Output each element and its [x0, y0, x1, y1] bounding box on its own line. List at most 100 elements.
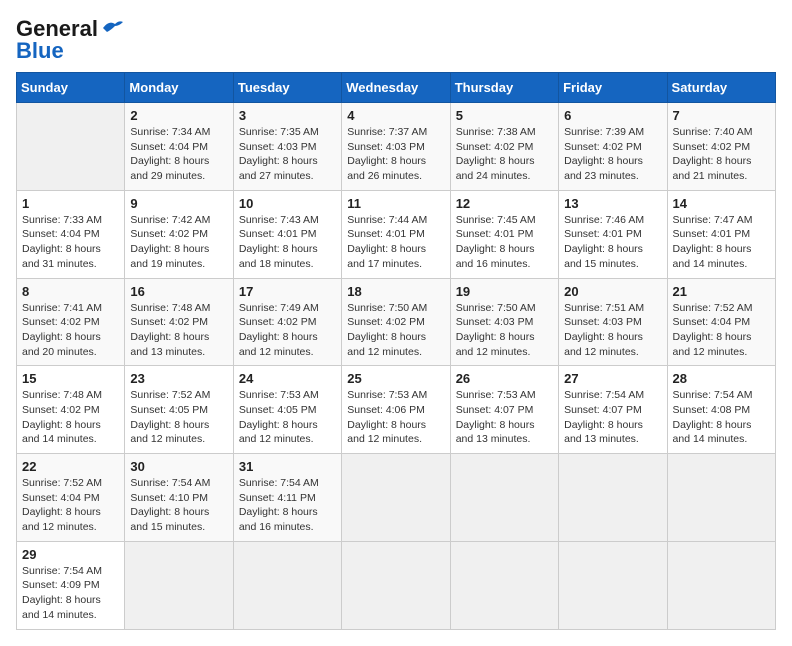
day-number: 5: [456, 108, 553, 123]
day-number: 2: [130, 108, 227, 123]
day-info: Sunrise: 7:43 AMSunset: 4:01 PMDaylight:…: [239, 213, 336, 272]
day-info: Sunrise: 7:49 AMSunset: 4:02 PMDaylight:…: [239, 301, 336, 360]
calendar-cell: 18Sunrise: 7:50 AMSunset: 4:02 PMDayligh…: [342, 278, 450, 366]
calendar-week-row: 2 Sunrise: 7:34 AMSunset: 4:04 PMDaylight…: [17, 103, 776, 191]
calendar-table: SundayMondayTuesdayWednesdayThursdayFrid…: [16, 72, 776, 630]
day-info: Sunrise: 7:33 AMSunset: 4:04 PMDaylight:…: [22, 213, 119, 272]
day-number: 15: [22, 371, 119, 386]
day-number: 8: [22, 284, 119, 299]
calendar-cell: [450, 541, 558, 629]
day-number: 26: [456, 371, 553, 386]
calendar-cell: [559, 541, 667, 629]
day-number: 25: [347, 371, 444, 386]
day-number: 29: [22, 547, 119, 562]
day-number: 10: [239, 196, 336, 211]
calendar-cell: 12Sunrise: 7:45 AMSunset: 4:01 PMDayligh…: [450, 190, 558, 278]
calendar-cell: 15Sunrise: 7:48 AMSunset: 4:02 PMDayligh…: [17, 366, 125, 454]
day-info: Sunrise: 7:51 AMSunset: 4:03 PMDaylight:…: [564, 301, 661, 360]
day-info: Sunrise: 7:53 AMSunset: 4:05 PMDaylight:…: [239, 388, 336, 447]
calendar-cell: [17, 103, 125, 191]
calendar-cell: [559, 454, 667, 542]
calendar-body: 2 Sunrise: 7:34 AMSunset: 4:04 PMDaylight…: [17, 103, 776, 630]
calendar-cell: [342, 541, 450, 629]
day-number: 30: [130, 459, 227, 474]
calendar-cell: 17 Sunrise: 7:49 AMSunset: 4:02 PMDayligh…: [233, 278, 341, 366]
day-info: Sunrise: 7:47 AMSunset: 4:01 PMDaylight:…: [673, 213, 770, 272]
day-number: 16: [130, 284, 227, 299]
calendar-cell: [450, 454, 558, 542]
day-of-week-header: Friday: [559, 73, 667, 103]
day-number: 17: [239, 284, 336, 299]
calendar-cell: [125, 541, 233, 629]
calendar-cell: 14 Sunrise: 7:47 AMSunset: 4:01 PMDayligh…: [667, 190, 775, 278]
calendar-cell: 27Sunrise: 7:54 AMSunset: 4:07 PMDayligh…: [559, 366, 667, 454]
calendar-cell: 31 Sunrise: 7:54 AMSunset: 4:11 PMDayligh…: [233, 454, 341, 542]
calendar-cell: 4 Sunrise: 7:37 AMSunset: 4:03 PMDaylight…: [342, 103, 450, 191]
calendar-cell: 22 Sunrise: 7:52 AMSunset: 4:04 PMDayligh…: [17, 454, 125, 542]
calendar-cell: [342, 454, 450, 542]
calendar-cell: 9Sunrise: 7:42 AMSunset: 4:02 PMDaylight…: [125, 190, 233, 278]
day-of-week-header: Saturday: [667, 73, 775, 103]
day-info: Sunrise: 7:41 AMSunset: 4:02 PMDaylight:…: [22, 301, 119, 360]
header: General Blue: [16, 16, 776, 64]
calendar-cell: 3 Sunrise: 7:35 AMSunset: 4:03 PMDaylight…: [233, 103, 341, 191]
calendar-cell: 25 Sunrise: 7:53 AMSunset: 4:06 PMDayligh…: [342, 366, 450, 454]
day-number: 7: [673, 108, 770, 123]
calendar-cell: 16 Sunrise: 7:48 AMSunset: 4:02 PMDayligh…: [125, 278, 233, 366]
day-number: 11: [347, 196, 444, 211]
day-info: Sunrise: 7:52 AMSunset: 4:05 PMDaylight:…: [130, 388, 227, 447]
calendar-cell: [667, 541, 775, 629]
day-number: 3: [239, 108, 336, 123]
logo-blue: Blue: [16, 38, 64, 64]
calendar-cell: 7 Sunrise: 7:40 AMSunset: 4:02 PMDaylight…: [667, 103, 775, 191]
day-info: Sunrise: 7:48 AMSunset: 4:02 PMDaylight:…: [130, 301, 227, 360]
day-number: 27: [564, 371, 661, 386]
calendar-cell: 24 Sunrise: 7:53 AMSunset: 4:05 PMDayligh…: [233, 366, 341, 454]
calendar-cell: 13Sunrise: 7:46 AMSunset: 4:01 PMDayligh…: [559, 190, 667, 278]
calendar-cell: 11 Sunrise: 7:44 AMSunset: 4:01 PMDayligh…: [342, 190, 450, 278]
calendar-cell: 1Sunrise: 7:33 AMSunset: 4:04 PMDaylight…: [17, 190, 125, 278]
calendar-cell: 30Sunrise: 7:54 AMSunset: 4:10 PMDayligh…: [125, 454, 233, 542]
day-info: Sunrise: 7:54 AMSunset: 4:08 PMDaylight:…: [673, 388, 770, 447]
days-of-week-row: SundayMondayTuesdayWednesdayThursdayFrid…: [17, 73, 776, 103]
calendar-cell: 6Sunrise: 7:39 AMSunset: 4:02 PMDaylight…: [559, 103, 667, 191]
day-number: 4: [347, 108, 444, 123]
day-number: 20: [564, 284, 661, 299]
day-info: Sunrise: 7:39 AMSunset: 4:02 PMDaylight:…: [564, 125, 661, 184]
calendar-cell: 20 Sunrise: 7:51 AMSunset: 4:03 PMDayligh…: [559, 278, 667, 366]
calendar-cell: 5 Sunrise: 7:38 AMSunset: 4:02 PMDaylight…: [450, 103, 558, 191]
day-number: 22: [22, 459, 119, 474]
calendar-cell: 23 Sunrise: 7:52 AMSunset: 4:05 PMDayligh…: [125, 366, 233, 454]
day-number: 24: [239, 371, 336, 386]
day-of-week-header: Thursday: [450, 73, 558, 103]
day-number: 18: [347, 284, 444, 299]
calendar-cell: 8 Sunrise: 7:41 AMSunset: 4:02 PMDaylight…: [17, 278, 125, 366]
calendar-week-row: 15Sunrise: 7:48 AMSunset: 4:02 PMDayligh…: [17, 366, 776, 454]
day-number: 19: [456, 284, 553, 299]
day-info: Sunrise: 7:44 AMSunset: 4:01 PMDaylight:…: [347, 213, 444, 272]
day-info: Sunrise: 7:45 AMSunset: 4:01 PMDaylight:…: [456, 213, 553, 272]
calendar-cell: [233, 541, 341, 629]
day-info: Sunrise: 7:54 AMSunset: 4:11 PMDaylight:…: [239, 476, 336, 535]
calendar-week-row: 29 Sunrise: 7:54 AMSunset: 4:09 PMDayligh…: [17, 541, 776, 629]
calendar-cell: [667, 454, 775, 542]
day-info: Sunrise: 7:35 AMSunset: 4:03 PMDaylight:…: [239, 125, 336, 184]
day-info: Sunrise: 7:40 AMSunset: 4:02 PMDaylight:…: [673, 125, 770, 184]
logo: General Blue: [16, 16, 123, 64]
day-number: 23: [130, 371, 227, 386]
day-info: Sunrise: 7:37 AMSunset: 4:03 PMDaylight:…: [347, 125, 444, 184]
day-of-week-header: Sunday: [17, 73, 125, 103]
calendar-cell: 29 Sunrise: 7:54 AMSunset: 4:09 PMDayligh…: [17, 541, 125, 629]
day-info: Sunrise: 7:54 AMSunset: 4:09 PMDaylight:…: [22, 564, 119, 623]
calendar-week-row: 22 Sunrise: 7:52 AMSunset: 4:04 PMDayligh…: [17, 454, 776, 542]
day-number: 31: [239, 459, 336, 474]
calendar-cell: 26Sunrise: 7:53 AMSunset: 4:07 PMDayligh…: [450, 366, 558, 454]
day-number: 14: [673, 196, 770, 211]
day-info: Sunrise: 7:34 AMSunset: 4:04 PMDaylight:…: [130, 125, 227, 184]
day-info: Sunrise: 7:52 AMSunset: 4:04 PMDaylight:…: [22, 476, 119, 535]
day-info: Sunrise: 7:42 AMSunset: 4:02 PMDaylight:…: [130, 213, 227, 272]
calendar-cell: 2 Sunrise: 7:34 AMSunset: 4:04 PMDaylight…: [125, 103, 233, 191]
day-number: 21: [673, 284, 770, 299]
day-info: Sunrise: 7:53 AMSunset: 4:06 PMDaylight:…: [347, 388, 444, 447]
day-info: Sunrise: 7:38 AMSunset: 4:02 PMDaylight:…: [456, 125, 553, 184]
